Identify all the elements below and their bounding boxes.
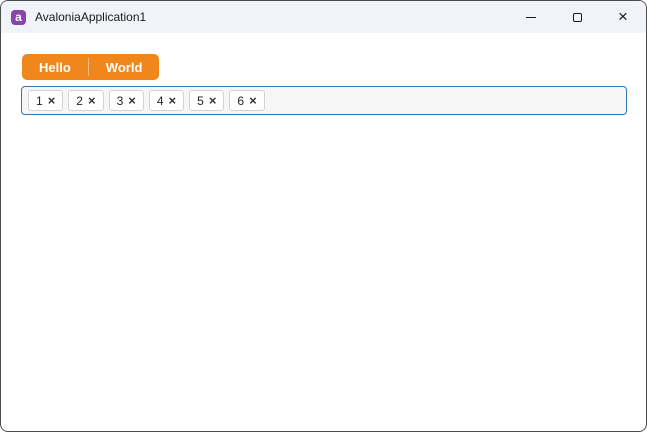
tag-chip-6[interactable]: 6 × xyxy=(229,90,265,111)
window-title: AvaloniaApplication1 xyxy=(35,10,147,24)
app-window: a AvaloniaApplication1 × Hello World 1 × xyxy=(0,0,647,432)
maximize-button[interactable] xyxy=(554,1,600,33)
tag-label: 6 xyxy=(237,93,245,108)
tag-remove-icon[interactable]: × xyxy=(209,94,217,107)
tag-input[interactable]: 1 × 2 × 3 × 4 × 5 × 6 × xyxy=(21,86,627,115)
hello-button[interactable]: Hello xyxy=(22,54,88,80)
maximize-icon xyxy=(572,12,582,22)
close-button[interactable]: × xyxy=(600,1,646,33)
world-button[interactable]: World xyxy=(89,54,160,80)
tag-remove-icon[interactable]: × xyxy=(88,94,96,107)
title-bar: a AvaloniaApplication1 × xyxy=(1,1,646,33)
tag-label: 3 xyxy=(116,93,124,108)
tag-remove-icon[interactable]: × xyxy=(128,94,136,107)
tag-chip-3[interactable]: 3 × xyxy=(108,90,144,111)
hello-world-split-button: Hello World xyxy=(22,54,160,80)
tag-chip-5[interactable]: 5 × xyxy=(189,90,225,111)
minimize-icon xyxy=(526,16,536,18)
tag-label: 2 xyxy=(76,93,83,108)
tag-remove-icon[interactable]: × xyxy=(249,94,257,107)
tag-remove-icon[interactable]: × xyxy=(48,94,56,107)
tag-remove-icon[interactable]: × xyxy=(169,94,177,107)
tag-chip-2[interactable]: 2 × xyxy=(68,90,104,111)
tag-chip-1[interactable]: 1 × xyxy=(28,90,64,111)
close-icon: × xyxy=(618,6,628,26)
tag-label: 5 xyxy=(197,93,204,108)
minimize-button[interactable] xyxy=(508,1,554,33)
window-content: Hello World 1 × 2 × 3 × 4 × 5 × 6 × xyxy=(1,33,646,115)
tag-label: 4 xyxy=(156,93,164,108)
caption-controls: × xyxy=(508,1,646,33)
avalonia-logo-icon[interactable]: a xyxy=(11,9,26,25)
tag-chip-4[interactable]: 4 × xyxy=(148,90,185,111)
tag-label: 1 xyxy=(36,93,43,108)
